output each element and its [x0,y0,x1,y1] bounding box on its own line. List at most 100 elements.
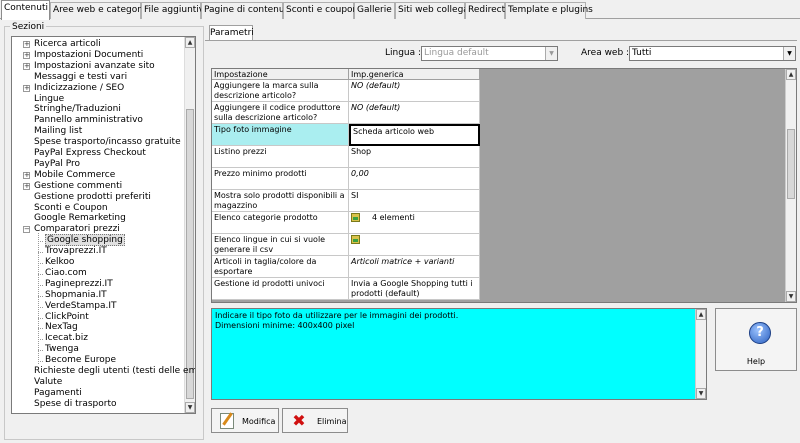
tree-item[interactable]: Impostazioni Documenti [34,50,143,61]
tab-siti-web-collegati[interactable]: Siti web collegati [395,2,475,19]
tree-item[interactable]: Indicizzazione / SEO [34,83,124,94]
setting-name-cell[interactable]: Tipo foto immagine [212,124,349,146]
setting-name-cell[interactable]: Aggiungere la marca sulla descrizione ar… [212,80,349,102]
tree-item[interactable]: Stringhe/Traduzioni [34,104,121,115]
tree-item[interactable]: Ricerca articoli [34,39,101,50]
tree-item[interactable]: NexTag [45,322,78,333]
setting-value-cell[interactable]: Scheda articolo web [349,124,480,146]
tree-item-label: Gestione commenti [34,180,123,191]
setting-value-cell[interactable]: 0,00 [349,168,480,190]
tree-item[interactable]: Pagamenti [34,388,82,399]
tab-template-plugins[interactable]: Template e plugins [505,2,593,19]
elimina-label: Elimina [317,417,347,426]
description-scrollbar[interactable]: ▲ ▼ [695,309,706,399]
tree-item-label: Twenga [45,344,79,355]
tree-item[interactable]: Mailing list [34,126,82,137]
sections-tree[interactable]: ▲ ▼ Ricerca articoli + Impostazioni Docume… [11,36,196,414]
setting-name-cell[interactable]: Elenco categorie prodotto [212,212,349,234]
tree-item[interactable]: Become Europe [45,355,116,366]
column-header-impostazione[interactable]: Impostazione [212,69,349,80]
sections-scrollbar[interactable]: ▲ ▼ [184,37,195,413]
tree-item[interactable]: Impostazioni avanzate sito [34,61,155,72]
tree-item[interactable]: PayPal Pro [34,159,80,170]
tree-item[interactable]: Gestione prodotti preferiti [34,192,151,203]
setting-name-cell[interactable]: Aggiungere il codice produttore sulla de… [212,102,349,124]
chevron-down-icon[interactable]: ▼ [783,47,795,60]
tree-item[interactable]: Pannello amministrativo [34,115,143,126]
tree-item[interactable]: PayPal Express Checkout [34,148,146,159]
tree-item[interactable]: Spese di trasporto [34,399,117,410]
tab-parametri[interactable]: Parametri [209,25,254,40]
setting-value-cell[interactable]: NO (default) [349,80,480,102]
setting-name-cell[interactable]: Gestione id prodotti univoci [212,278,349,300]
tree-item[interactable]: Trovaprezzi.IT [45,246,107,257]
column-header-imp-generica[interactable]: Imp.generica [349,69,480,80]
tree-item[interactable]: Gestione commenti [34,181,122,192]
tree-item[interactable]: Google Remarketing [34,213,126,224]
tree-item[interactable]: ClickPoint [45,312,89,323]
tree-item[interactable]: Valute [34,377,62,388]
modifica-button[interactable]: Modifica [211,408,279,433]
tree-item-label: Become Europe [45,355,116,366]
tab-redirect[interactable]: Redirect [465,2,505,19]
setting-name-cell[interactable]: Elenco lingue in cui si vuole generare i… [212,234,349,256]
setting-value-cell[interactable]: SI [349,190,480,212]
scroll-down-button[interactable]: ▼ [786,291,796,302]
tab-file-aggiuntivi[interactable]: File aggiuntivi [141,2,207,19]
tab-aree-web-categorie[interactable]: Aree web e categorie [50,2,149,19]
elimina-button[interactable]: ✖ Elimina [282,408,348,433]
tab-contenuti[interactable]: Contenuti [1,0,50,20]
setting-value-text: NO (default) [351,81,401,90]
tree-item[interactable]: Spese trasporto/incasso gratuite [34,137,181,148]
setting-value-cell[interactable]: NO (default) [349,102,480,124]
tree-item[interactable]: Shopmania.IT [45,290,107,301]
area-web-select[interactable]: Tutti ▼ [629,46,796,61]
expand-icon[interactable]: + [23,51,30,59]
setting-name-cell[interactable]: Articoli in taglia/colore da esportare [212,256,349,278]
scroll-down-button[interactable]: ▼ [696,388,706,399]
settings-grid[interactable]: Impostazione Imp.generica Aggiungere la ma… [211,68,797,303]
tree-item[interactable]: Icecat.biz [45,333,88,344]
tree-item[interactable]: Sconti e Coupon [34,203,108,214]
tree-item[interactable]: Mobile Commerce [34,170,115,181]
scroll-down-button[interactable]: ▼ [185,402,195,413]
collapse-icon[interactable]: − [23,226,30,234]
help-button[interactable]: ? Help [715,308,797,371]
expand-icon[interactable]: + [23,62,30,70]
setting-value-cell[interactable]: 4 elementi [349,212,480,234]
scroll-thumb[interactable] [186,109,194,399]
scroll-thumb[interactable] [787,129,795,199]
tab-sconti-coupon[interactable]: Sconti e coupon [283,2,358,19]
setting-name-cell[interactable]: Listino prezzi [212,146,349,168]
setting-name-cell[interactable]: Prezzo minimo prodotti [212,168,349,190]
tree-item[interactable]: Messaggi e testi vari [34,72,127,83]
lingua-select[interactable]: Lingua default ▼ [421,46,558,61]
expand-icon[interactable]: + [23,84,30,92]
tree-item[interactable]: Richieste degli utenti (testi delle emai… [34,366,195,377]
category-icon[interactable] [351,213,360,222]
expand-icon[interactable]: + [23,171,30,179]
setting-value-cell[interactable]: Invia a Google Shopping tutti i prodotti… [349,278,480,300]
expand-icon[interactable]: + [23,41,30,48]
category-icon[interactable] [351,235,360,244]
tree-item[interactable]: Twenga [45,344,79,355]
tree-item[interactable]: Google shopping [45,234,125,247]
tree-item[interactable]: Pagineprezzi.IT [45,279,113,290]
scroll-up-button[interactable]: ▲ [696,309,706,320]
tree-item[interactable]: Kelkoo [45,257,74,268]
setting-name-cell[interactable]: Mostra solo prodotti disponibili a magaz… [212,190,349,212]
grid-scrollbar[interactable]: ▲ ▼ [785,69,796,302]
setting-value-cell[interactable]: Shop [349,146,480,168]
expand-icon[interactable]: + [23,182,30,190]
tab-gallerie[interactable]: Gallerie [354,2,395,19]
setting-value-cell[interactable]: Articoli matrice + varianti [349,256,480,278]
scroll-up-button[interactable]: ▲ [786,69,796,80]
tree-item[interactable]: Lingue [34,94,64,105]
chevron-down-icon[interactable]: ▼ [545,47,557,60]
tab-pagine-contenuti[interactable]: Pagine di contenuti [201,2,291,19]
tree-item-label: Messaggi e testi vari [34,71,128,82]
setting-value-cell[interactable] [349,234,480,256]
scroll-up-button[interactable]: ▲ [185,37,195,48]
tree-item[interactable]: VerdeStampa.IT [45,301,117,312]
tree-item[interactable]: Ciao.com [45,268,87,279]
